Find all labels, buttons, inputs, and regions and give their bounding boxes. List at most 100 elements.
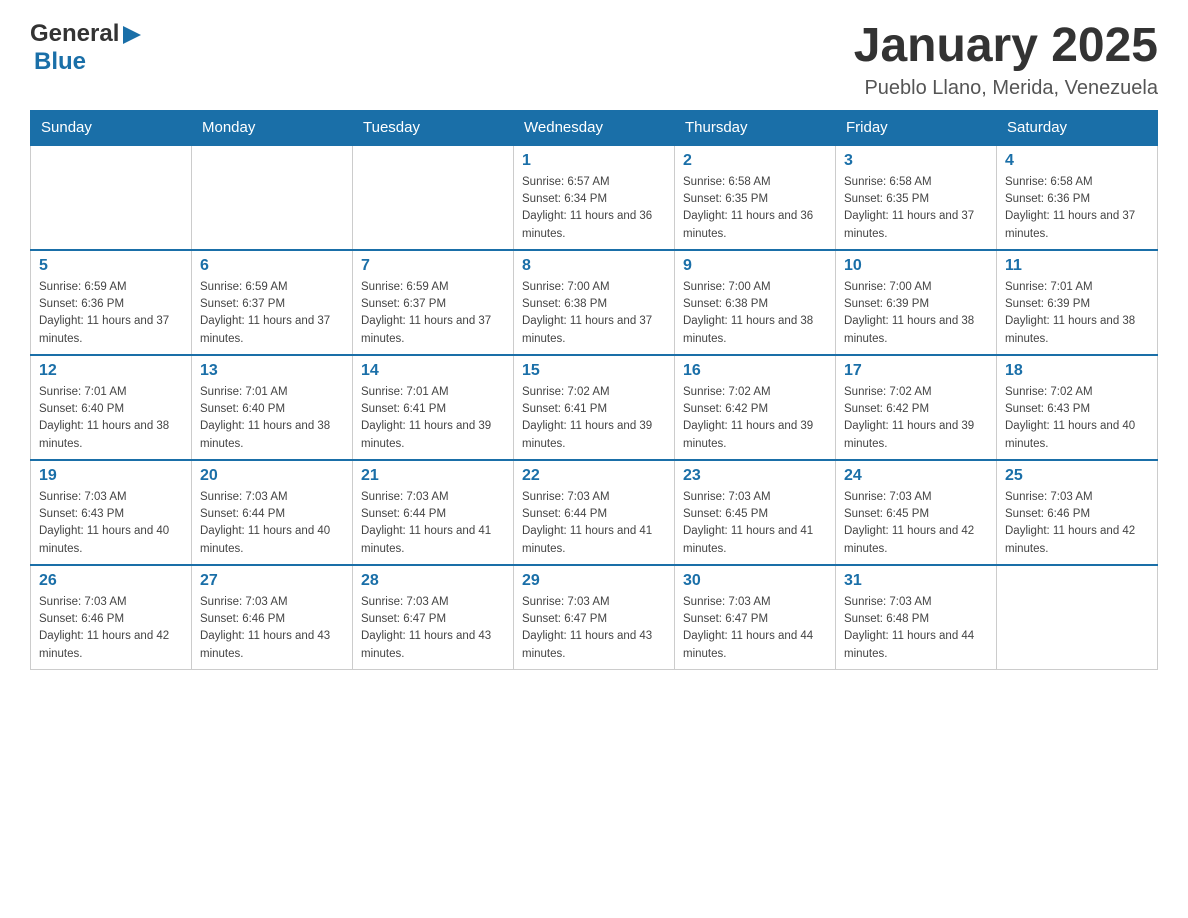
day-info: Sunrise: 7:00 AMSunset: 6:38 PMDaylight:… [522,279,666,348]
calendar-header-row: SundayMondayTuesdayWednesdayThursdayFrid… [31,110,1158,145]
calendar-cell: 20 Sunrise: 7:03 AMSunset: 6:44 PMDayligh… [192,460,353,565]
calendar-cell: 21Sunrise: 7:03 AMSunset: 6:44 PMDayligh… [353,460,514,565]
day-number: 9 [683,257,827,275]
day-info: Sunrise: 7:02 AMSunset: 6:42 PMDaylight:… [683,384,827,453]
day-info: Sunrise: 7:00 AMSunset: 6:38 PMDaylight:… [683,279,827,348]
day-info: Sunrise: 7:01 AMSunset: 6:39 PMDaylight:… [1005,279,1149,348]
column-header-wednesday: Wednesday [514,110,675,145]
calendar-cell: 16 Sunrise: 7:02 AMSunset: 6:42 PMDayligh… [675,355,836,460]
day-info: Sunrise: 6:57 AMSunset: 6:34 PMDaylight:… [522,174,666,243]
month-title: January 2025 [854,20,1158,73]
calendar-cell: 19 Sunrise: 7:03 AMSunset: 6:43 PMDayligh… [31,460,192,565]
calendar-week-row: 12 Sunrise: 7:01 AMSunset: 6:40 PMDayligh… [31,355,1158,460]
page-header: General Blue January 2025 Pueblo Llano, … [30,20,1158,100]
day-number: 13 [200,362,344,380]
calendar-cell: 6Sunrise: 6:59 AMSunset: 6:37 PMDaylight… [192,250,353,355]
day-info: Sunrise: 7:03 AMSunset: 6:46 PMDaylight:… [1005,489,1149,558]
day-number: 31 [844,572,988,590]
calendar-cell: 15 Sunrise: 7:02 AMSunset: 6:41 PMDayligh… [514,355,675,460]
day-info: Sunrise: 7:01 AMSunset: 6:41 PMDaylight:… [361,384,505,453]
column-header-monday: Monday [192,110,353,145]
day-info: Sunrise: 7:03 AMSunset: 6:47 PMDaylight:… [522,594,666,663]
day-number: 7 [361,257,505,275]
calendar-cell: 5 Sunrise: 6:59 AMSunset: 6:36 PMDaylight… [31,250,192,355]
day-number: 16 [683,362,827,380]
day-number: 26 [39,572,183,590]
day-info: Sunrise: 7:01 AMSunset: 6:40 PMDaylight:… [200,384,344,453]
day-info: Sunrise: 6:59 AMSunset: 6:36 PMDaylight:… [39,279,183,348]
column-header-thursday: Thursday [675,110,836,145]
calendar-cell [31,145,192,250]
day-number: 1 [522,152,666,170]
day-number: 8 [522,257,666,275]
day-number: 22 [522,467,666,485]
day-info: Sunrise: 7:03 AMSunset: 6:44 PMDaylight:… [522,489,666,558]
calendar-cell: 14 Sunrise: 7:01 AMSunset: 6:41 PMDayligh… [353,355,514,460]
day-number: 15 [522,362,666,380]
calendar-cell [192,145,353,250]
day-number: 21 [361,467,505,485]
calendar-cell: 13 Sunrise: 7:01 AMSunset: 6:40 PMDayligh… [192,355,353,460]
day-number: 6 [200,257,344,275]
logo: General Blue [30,20,143,76]
column-header-saturday: Saturday [997,110,1158,145]
day-info: Sunrise: 7:03 AMSunset: 6:44 PMDaylight:… [200,489,344,558]
day-number: 12 [39,362,183,380]
day-info: Sunrise: 7:03 AMSunset: 6:46 PMDaylight:… [39,594,183,663]
day-info: Sunrise: 7:02 AMSunset: 6:42 PMDaylight:… [844,384,988,453]
day-info: Sunrise: 7:03 AMSunset: 6:43 PMDaylight:… [39,489,183,558]
column-header-friday: Friday [836,110,997,145]
calendar-cell: 17 Sunrise: 7:02 AMSunset: 6:42 PMDayligh… [836,355,997,460]
day-number: 24 [844,467,988,485]
calendar-cell: 29 Sunrise: 7:03 AMSunset: 6:47 PMDayligh… [514,565,675,670]
calendar-cell [997,565,1158,670]
day-info: Sunrise: 7:03 AMSunset: 6:48 PMDaylight:… [844,594,988,663]
day-info: Sunrise: 7:02 AMSunset: 6:41 PMDaylight:… [522,384,666,453]
day-number: 5 [39,257,183,275]
calendar-cell: 4 Sunrise: 6:58 AMSunset: 6:36 PMDaylight… [997,145,1158,250]
day-number: 27 [200,572,344,590]
calendar-cell: 7 Sunrise: 6:59 AMSunset: 6:37 PMDaylight… [353,250,514,355]
calendar-week-row: 26 Sunrise: 7:03 AMSunset: 6:46 PMDayligh… [31,565,1158,670]
calendar-cell: 12 Sunrise: 7:01 AMSunset: 6:40 PMDayligh… [31,355,192,460]
logo-general-text: General [30,20,119,48]
day-info: Sunrise: 7:03 AMSunset: 6:46 PMDaylight:… [200,594,344,663]
day-number: 19 [39,467,183,485]
day-info: Sunrise: 7:03 AMSunset: 6:47 PMDaylight:… [683,594,827,663]
day-number: 29 [522,572,666,590]
calendar-cell: 26 Sunrise: 7:03 AMSunset: 6:46 PMDayligh… [31,565,192,670]
calendar-cell: 25 Sunrise: 7:03 AMSunset: 6:46 PMDayligh… [997,460,1158,565]
day-number: 14 [361,362,505,380]
day-number: 20 [200,467,344,485]
day-info: Sunrise: 6:58 AMSunset: 6:36 PMDaylight:… [1005,174,1149,243]
day-number: 3 [844,152,988,170]
day-info: Sunrise: 7:01 AMSunset: 6:40 PMDaylight:… [39,384,183,453]
calendar-cell: 24Sunrise: 7:03 AMSunset: 6:45 PMDayligh… [836,460,997,565]
day-number: 23 [683,467,827,485]
calendar-cell: 23Sunrise: 7:03 AMSunset: 6:45 PMDayligh… [675,460,836,565]
day-info: Sunrise: 7:02 AMSunset: 6:43 PMDaylight:… [1005,384,1149,453]
day-number: 10 [844,257,988,275]
logo-arrow-icon [121,24,143,46]
calendar-cell: 1 Sunrise: 6:57 AMSunset: 6:34 PMDaylight… [514,145,675,250]
day-info: Sunrise: 6:58 AMSunset: 6:35 PMDaylight:… [683,174,827,243]
day-number: 18 [1005,362,1149,380]
calendar-cell: 27 Sunrise: 7:03 AMSunset: 6:46 PMDayligh… [192,565,353,670]
calendar-cell: 9 Sunrise: 7:00 AMSunset: 6:38 PMDaylight… [675,250,836,355]
day-number: 25 [1005,467,1149,485]
day-info: Sunrise: 6:58 AMSunset: 6:35 PMDaylight:… [844,174,988,243]
column-header-tuesday: Tuesday [353,110,514,145]
day-info: Sunrise: 6:59 AMSunset: 6:37 PMDaylight:… [361,279,505,348]
day-info: Sunrise: 7:00 AMSunset: 6:39 PMDaylight:… [844,279,988,348]
day-number: 4 [1005,152,1149,170]
day-number: 11 [1005,257,1149,275]
title-section: January 2025 Pueblo Llano, Merida, Venez… [854,20,1158,100]
calendar-cell: 11 Sunrise: 7:01 AMSunset: 6:39 PMDayligh… [997,250,1158,355]
calendar-cell: 2Sunrise: 6:58 AMSunset: 6:35 PMDaylight… [675,145,836,250]
calendar-cell: 10 Sunrise: 7:00 AMSunset: 6:39 PMDayligh… [836,250,997,355]
calendar-cell [353,145,514,250]
calendar-cell: 31 Sunrise: 7:03 AMSunset: 6:48 PMDayligh… [836,565,997,670]
day-number: 28 [361,572,505,590]
calendar-week-row: 5 Sunrise: 6:59 AMSunset: 6:36 PMDaylight… [31,250,1158,355]
day-number: 17 [844,362,988,380]
